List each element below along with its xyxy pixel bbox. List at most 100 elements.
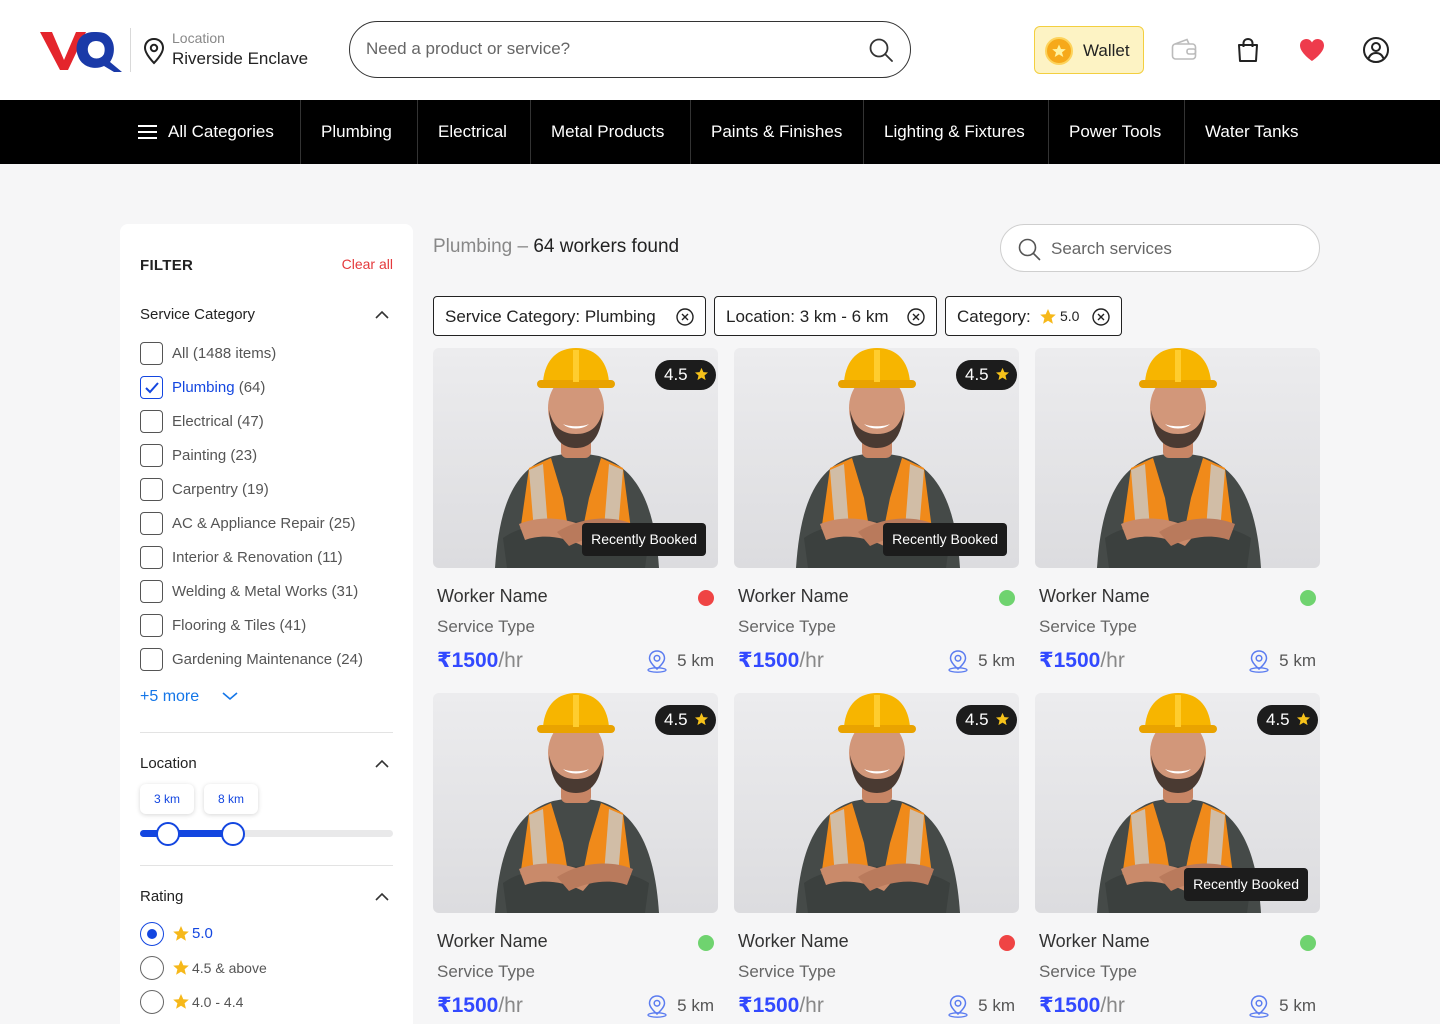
- worker-name[interactable]: Worker Name: [1039, 931, 1150, 952]
- slider-handle-max[interactable]: [221, 822, 245, 846]
- radio[interactable]: [140, 990, 164, 1014]
- service-category-heading[interactable]: Service Category: [140, 306, 255, 323]
- heart-icon[interactable]: [1298, 36, 1326, 64]
- checkbox[interactable]: [140, 648, 163, 671]
- worker-image[interactable]: 4.5: [433, 693, 718, 913]
- price: ₹1500/hr: [738, 993, 824, 1018]
- service-search: [1000, 224, 1320, 272]
- chip-rating-value: 5.0: [1060, 308, 1080, 324]
- map-pin-icon: [647, 650, 667, 673]
- category-option-label: Interior & Renovation (11): [172, 549, 343, 566]
- location-pin-icon: [143, 37, 165, 65]
- nav-lighting-fixtures[interactable]: Lighting & Fixtures: [884, 100, 1025, 164]
- rating-option-label: 4.5 & above: [192, 960, 267, 976]
- location-value[interactable]: Riverside Enclave: [172, 49, 308, 69]
- category-count: (24): [336, 651, 363, 668]
- recently-booked-badge: Recently Booked: [582, 523, 706, 556]
- radio[interactable]: [140, 956, 164, 980]
- results-separator: –: [512, 236, 534, 257]
- hamburger-menu-icon[interactable]: [138, 124, 158, 140]
- star-icon: [1040, 309, 1056, 324]
- chevron-up-icon[interactable]: [375, 759, 389, 769]
- chip-location[interactable]: Location: 3 km - 6 km: [714, 296, 937, 336]
- nav-plumbing[interactable]: Plumbing: [321, 100, 392, 164]
- nav-water-tanks[interactable]: Water Tanks: [1205, 100, 1299, 164]
- location-heading[interactable]: Location: [140, 755, 197, 772]
- nav-metal-products[interactable]: Metal Products: [551, 100, 664, 164]
- nav-power-tools[interactable]: Power Tools: [1069, 100, 1161, 164]
- nav-paints-finishes[interactable]: Paints & Finishes: [711, 100, 842, 164]
- worker-image[interactable]: 4.5: [734, 693, 1019, 913]
- rating-value: 4.5: [965, 710, 989, 729]
- chevron-up-icon[interactable]: [375, 892, 389, 902]
- checkmark-icon: [145, 382, 159, 394]
- chevron-up-icon[interactable]: [375, 310, 389, 320]
- checkbox-checked[interactable]: [140, 376, 163, 399]
- nav-separator: [690, 100, 691, 164]
- remove-filter-icon[interactable]: [675, 307, 695, 327]
- price-unit: /hr: [498, 649, 523, 672]
- category-option-label: Painting (23): [172, 447, 257, 464]
- rating-badge: 4.5: [956, 705, 1017, 735]
- worker-name[interactable]: Worker Name: [738, 586, 849, 607]
- availability-status-dot: [698, 590, 714, 606]
- checkbox[interactable]: [140, 478, 163, 501]
- logo-divider: [130, 28, 131, 72]
- worker-name[interactable]: Worker Name: [437, 931, 548, 952]
- remove-filter-icon[interactable]: [1091, 307, 1111, 327]
- category-name: Painting: [172, 447, 227, 464]
- checkbox[interactable]: [140, 410, 163, 433]
- user-profile-icon[interactable]: [1362, 36, 1390, 64]
- wallet-button[interactable]: Wallet: [1034, 26, 1144, 74]
- checkbox[interactable]: [140, 444, 163, 467]
- service-search-input[interactable]: [1051, 237, 1301, 261]
- clear-all-link[interactable]: Clear all: [342, 256, 393, 272]
- worker-card[interactable]: 4.5 Worker Name Service Type ₹1500/hr 5 km: [433, 693, 718, 1024]
- worker-card[interactable]: Worker Name Service Type ₹1500/hr 5 km: [1035, 348, 1320, 679]
- worker-card[interactable]: 4.5 Recently Booked Worker Name Service Typ…: [433, 348, 718, 679]
- search-icon[interactable]: [868, 37, 894, 63]
- worker-card[interactable]: 4.5 Recently Booked Worker Name Service Typ…: [1035, 693, 1320, 1024]
- shopping-bag-icon[interactable]: [1234, 36, 1262, 64]
- checkbox[interactable]: [140, 512, 163, 535]
- slider-handle-min[interactable]: [156, 822, 180, 846]
- wallet-outline-icon[interactable]: [1170, 36, 1198, 64]
- worker-image[interactable]: 4.5 Recently Booked: [734, 348, 1019, 568]
- checkbox[interactable]: [140, 580, 163, 603]
- worker-card[interactable]: 4.5 Recently Booked Worker Name Service Typ…: [734, 348, 1019, 679]
- checkbox[interactable]: [140, 546, 163, 569]
- remove-filter-icon[interactable]: [906, 307, 926, 327]
- chevron-down-icon[interactable]: [222, 691, 238, 701]
- show-more-link[interactable]: +5 more: [140, 688, 199, 706]
- category-name: AC & Appliance Repair: [172, 515, 325, 532]
- filter-title: FILTER: [140, 257, 194, 274]
- worker-name[interactable]: Worker Name: [437, 586, 548, 607]
- worker-image[interactable]: 4.5 Recently Booked: [433, 348, 718, 568]
- category-name: Interior & Renovation: [172, 549, 313, 566]
- star-icon: [695, 712, 708, 726]
- price-value: ₹1500: [738, 649, 800, 672]
- checkbox[interactable]: [140, 342, 163, 365]
- nav-all-categories[interactable]: All Categories: [168, 100, 274, 164]
- price-unit: /hr: [799, 649, 824, 672]
- rating-heading[interactable]: Rating: [140, 888, 183, 905]
- worker-image[interactable]: 4.5 Recently Booked: [1035, 693, 1320, 913]
- worker-card[interactable]: 4.5 Worker Name Service Type ₹1500/hr 5 km: [734, 693, 1019, 1024]
- category-name: Gardening Maintenance: [172, 651, 333, 668]
- nav-electrical[interactable]: Electrical: [438, 100, 507, 164]
- star-icon: [173, 926, 189, 941]
- worker-image[interactable]: [1035, 348, 1320, 568]
- checkbox[interactable]: [140, 614, 163, 637]
- radio-selected[interactable]: [140, 922, 164, 946]
- rating-value: 4.5: [664, 365, 688, 384]
- chip-service-category[interactable]: Service Category: Plumbing: [433, 296, 706, 336]
- worker-name[interactable]: Worker Name: [1039, 586, 1150, 607]
- vq-logo[interactable]: [38, 26, 122, 74]
- distance: 5 km: [677, 651, 714, 670]
- range-min-label: 3 km: [140, 784, 195, 814]
- worker-name[interactable]: Worker Name: [738, 931, 849, 952]
- price: ₹1500/hr: [437, 648, 523, 673]
- main-search-input[interactable]: [366, 36, 846, 62]
- map-pin-icon: [1249, 650, 1269, 673]
- chip-rating[interactable]: Category: 5.0: [945, 296, 1122, 336]
